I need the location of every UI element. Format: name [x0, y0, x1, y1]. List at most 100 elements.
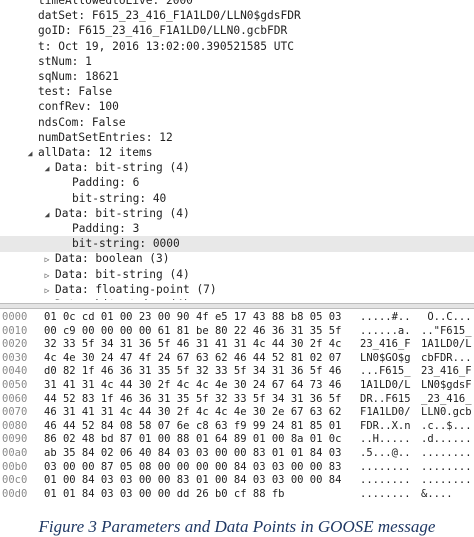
- hex-offset: 0040: [2, 365, 28, 378]
- tree-row-text: confRev: 100: [38, 100, 119, 114]
- ascii-left: .....#..: [360, 311, 411, 323]
- tree-row-text: stNum: 1: [38, 54, 92, 68]
- figure-caption: Figure 3 Parameters and Data Points in G…: [38, 517, 436, 536]
- tree-row-text: t: Oct 19, 2016 13:02:00.390521585 UTC: [38, 39, 294, 53]
- tree-row-text: numDatSetEntries: 12: [38, 130, 173, 144]
- tree-node-expandable[interactable]: ◢ Data: bit-string (4): [0, 206, 190, 222]
- tree-row-text: goID: F615_23_416_F1A1LD0/LLN0.gcbFDR: [38, 24, 288, 38]
- tree-row-text: bit-string: 0000: [72, 237, 180, 251]
- ascii-left: ...F615_: [360, 365, 411, 378]
- pane-splitter[interactable]: [0, 303, 474, 309]
- ascii-right: cbFDR...: [421, 351, 472, 364]
- tree-field[interactable]: numDatSetEntries: 12: [0, 130, 173, 146]
- tree-row-text: Data: boolean (3): [55, 252, 170, 266]
- ascii-right: ........: [421, 460, 472, 473]
- packet-details-tree: timeAllowedtoLive: 2000 datSet: F615_23_4…: [0, 0, 474, 300]
- hex-row[interactable]: 00c0 01 00 84 03 03 00 00 83 01 00 84 03 0…: [0, 474, 474, 488]
- ascii-right: ........: [421, 447, 472, 459]
- hex-bytes-right: be 80 22 46 36 31 35 5f: [196, 324, 342, 337]
- ascii-right: .."F615_: [421, 324, 472, 337]
- hex-offset: 0010: [2, 324, 28, 337]
- tree-node-expandable[interactable]: ▷Data: bit-string (4): [0, 297, 190, 300]
- tree-field[interactable]: test: False: [0, 84, 112, 100]
- hex-bytes-left: 32 33 5f 34 31 36 5f 46: [44, 338, 190, 351]
- hex-bytes-right: 01 64 89 01 00 8a 01 0c: [196, 433, 342, 446]
- tree-field[interactable]: stNum: 1: [0, 54, 92, 70]
- hex-bytes-left: 01 01 84 03 03 00 00 dd: [44, 487, 190, 500]
- ascii-right: LN0$gdsF: [421, 379, 472, 391]
- hex-offset: 0020: [2, 338, 28, 351]
- ascii-right: _23_416_: [421, 392, 472, 405]
- ascii-left: ........: [360, 487, 411, 500]
- tree-row-text: Data: bit-string (4): [55, 161, 190, 175]
- hex-bytes-left: 44 52 83 1f 46 36 31 35: [44, 392, 190, 405]
- tree-row-text: Padding: 3: [72, 222, 140, 235]
- ascii-right: &....: [421, 487, 453, 500]
- tree-field[interactable]: t: Oct 19, 2016 13:02:00.390521585 UTC: [0, 39, 294, 55]
- hex-bytes-right: 31 41 31 4c 44 30 2f 4c: [196, 338, 342, 351]
- tree-field[interactable]: bit-string: 40: [0, 191, 166, 207]
- hex-bytes-left: d0 82 1f 46 36 31 35 5f: [44, 365, 190, 378]
- ascii-left: FDR..X.n: [360, 419, 411, 432]
- hex-bytes-left: ab 35 84 02 06 40 84 03: [44, 447, 190, 459]
- ascii-left: LN0$GO$g: [360, 351, 411, 364]
- ascii-right: ........: [421, 474, 472, 487]
- hex-row[interactable]: 0010 00 c9 00 00 00 00 61 81 be 80 22 46 3…: [0, 325, 474, 339]
- tree-field[interactable]: Padding: 6: [0, 175, 139, 191]
- hex-row[interactable]: 0070 46 31 41 31 4c 44 30 2f 4c 4c 4e 30 2…: [0, 406, 474, 420]
- tree-row-text: Data: bit-string (4): [55, 206, 190, 220]
- hex-offset: 0080: [2, 419, 28, 432]
- tree-node-expandable[interactable]: ◢ Data: bit-string (4): [0, 160, 190, 176]
- hex-bytes-right: 5f 32 33 5f 34 31 36 5f: [196, 392, 342, 405]
- hex-offset: 00c0: [2, 474, 28, 487]
- tree-field[interactable]: confRev: 100: [0, 99, 119, 115]
- ascii-left: 23_416_F: [360, 338, 411, 351]
- tree-field[interactable]: sqNum: 18621: [0, 69, 119, 85]
- tree-field[interactable]: goID: F615_23_416_F1A1LD0/LLN0.gcbFDR: [0, 23, 287, 39]
- tree-row-text: Data: bit-string (4): [55, 298, 190, 300]
- expand-arrow-icon[interactable]: ▷: [41, 298, 53, 300]
- ascii-left: ........: [360, 474, 411, 487]
- hex-bytes-right: 01 00 84 03 03 00 00 84: [196, 474, 342, 487]
- tree-row-text: Data: bit-string (4): [55, 267, 190, 281]
- tree-node-expandable[interactable]: ◢ allData: 12 items: [0, 145, 153, 161]
- tree-field[interactable]: Padding: 3: [0, 221, 139, 237]
- hex-offset: 0000: [2, 311, 28, 323]
- tree-node-expandable[interactable]: ▷Data: bit-string (4): [0, 267, 190, 283]
- ascii-left: ......a.: [360, 324, 411, 337]
- hex-row[interactable]: 0080 46 44 52 84 08 58 07 6e c8 63 f9 99 2…: [0, 420, 474, 434]
- hex-bytes-right: 4c 4c 4e 30 2e 67 63 62: [196, 406, 342, 419]
- hex-row[interactable]: 00b0 03 00 00 87 05 08 00 00 00 00 84 03 0…: [0, 461, 474, 475]
- hex-row[interactable]: 0030 4c 4e 30 24 47 4f 24 67 63 62 46 44 5…: [0, 352, 474, 366]
- ascii-right: 23_416_F: [421, 365, 472, 378]
- hex-offset: 0030: [2, 351, 28, 364]
- hex-row[interactable]: 0040 d0 82 1f 46 36 31 35 5f 32 33 5f 34 3…: [0, 365, 474, 379]
- ascii-left: 1A1LD0/L: [360, 379, 411, 391]
- hex-bytes-left: 01 0c cd 01 00 23 00 90: [44, 311, 190, 323]
- tree-field[interactable]: ndsCom: False: [0, 115, 126, 131]
- hex-row[interactable]: 0050 31 41 31 4c 44 30 2f 4c 4c 4e 30 24 6…: [0, 379, 474, 393]
- hex-bytes-left: 4c 4e 30 24 47 4f 24 67: [44, 351, 190, 364]
- hex-offset: 0070: [2, 406, 28, 419]
- hex-row[interactable]: 00a0 ab 35 84 02 06 40 84 03 03 00 00 83 0…: [0, 447, 474, 461]
- hex-offset: 00d0: [2, 487, 28, 500]
- hex-bytes-right: 4f e5 17 43 88 b8 05 03: [196, 311, 342, 323]
- tree-row-text: Data: floating-point (7): [55, 282, 217, 296]
- tree-field[interactable]: datSet: F615_23_416_F1A1LD0/LLN0$gdsFDR: [0, 8, 301, 24]
- ascii-left: ..H.....: [360, 433, 411, 446]
- hex-row[interactable]: 0090 86 02 48 bd 87 01 00 88 01 64 89 01 0…: [0, 433, 474, 447]
- tree-field[interactable]: bit-string: 0000: [0, 236, 474, 253]
- hex-row[interactable]: 0060 44 52 83 1f 46 36 31 35 5f 32 33 5f 3…: [0, 393, 474, 407]
- tree-row-text: test: False: [38, 85, 113, 99]
- hex-row[interactable]: 0000 01 0c cd 01 00 23 00 90 4f e5 17 43 8…: [0, 311, 474, 325]
- hex-bytes-right: 4c 4e 30 24 67 64 73 46: [196, 379, 342, 391]
- hex-offset: 0050: [2, 379, 28, 391]
- hex-row[interactable]: 0020 32 33 5f 34 31 36 5f 46 31 41 31 4c 4…: [0, 338, 474, 352]
- hex-bytes-right: c8 63 f9 99 24 81 85 01: [196, 419, 342, 432]
- ascii-left: .5...@..: [360, 447, 411, 459]
- ascii-right: LLN0.gcb: [421, 406, 472, 419]
- hex-bytes-right: 26 b0 cf 88 fb: [196, 487, 285, 500]
- tree-node-expandable[interactable]: ▷ Data: floating-point (7): [0, 282, 217, 298]
- hex-row[interactable]: 00d0 01 01 84 03 03 00 00 dd 26 b0 cf 88 f…: [0, 488, 474, 502]
- tree-node-expandable[interactable]: ▷ Data: boolean (3): [0, 251, 170, 267]
